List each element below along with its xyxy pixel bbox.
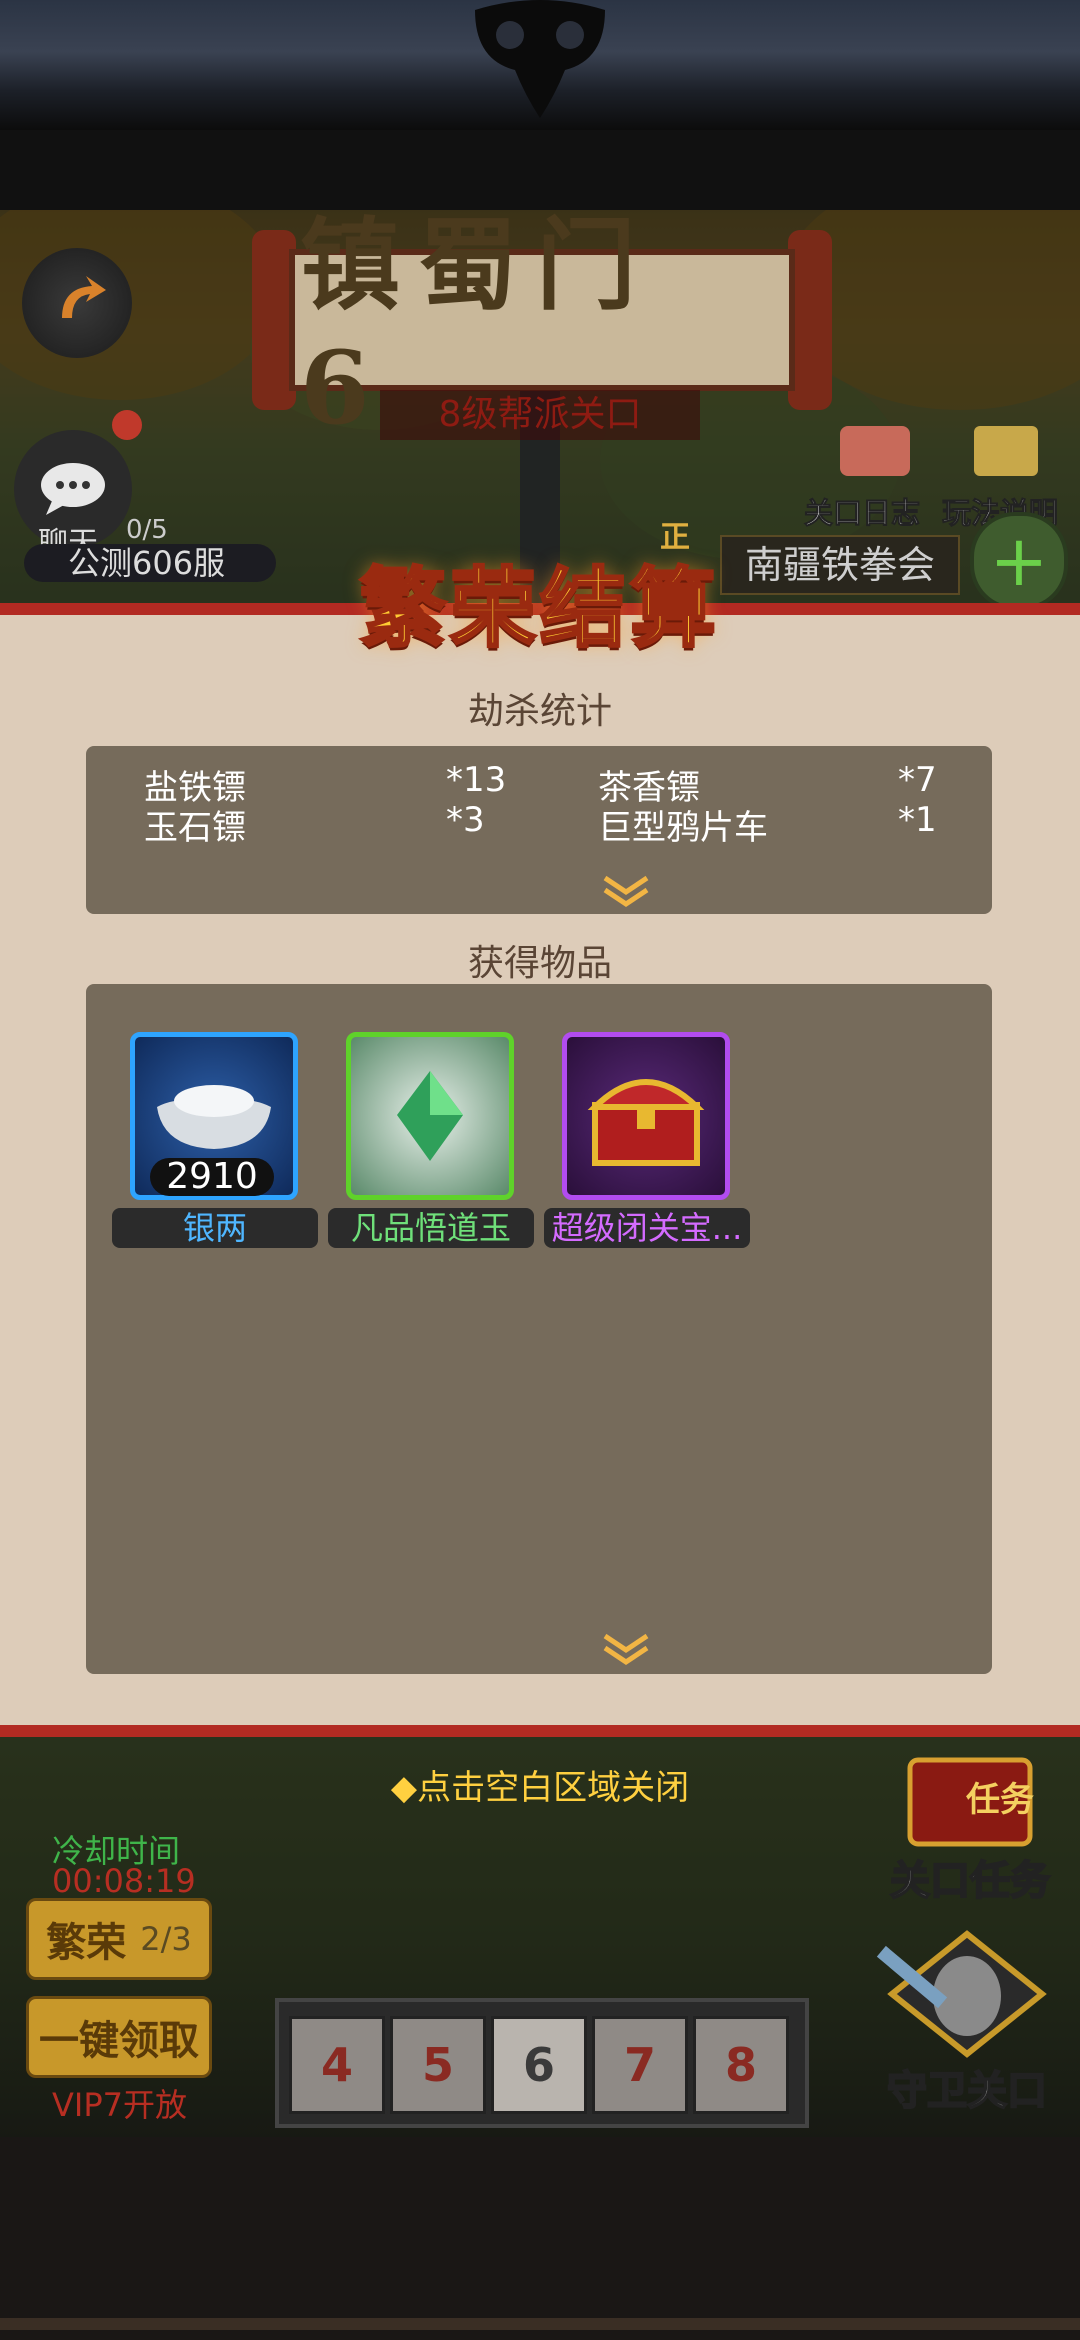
roof-ornament-icon xyxy=(475,0,605,118)
chevron-down-icon[interactable] xyxy=(601,1632,651,1666)
task-badge: 任务 xyxy=(966,1780,1034,1820)
item-name: 凡品悟道玉 xyxy=(328,1208,534,1248)
kill-stat-count: *7 xyxy=(898,760,937,800)
top-right-icons: 关口日志 玩法说明 xyxy=(800,410,1070,531)
back-button[interactable] xyxy=(22,248,132,358)
vip-unlock-label: VIP7开放 xyxy=(52,2086,187,2124)
item-count: 2910 xyxy=(150,1158,274,1196)
prosperity-count: 2/3 xyxy=(140,1920,192,1958)
stage-cell-active[interactable]: 6 xyxy=(491,2016,587,2114)
kill-stat-count: *1 xyxy=(898,800,937,840)
back-arrow-icon xyxy=(62,276,106,318)
guild-name: 南疆铁拳会 xyxy=(720,535,960,595)
gate-task-button[interactable]: 任务 关口任务 xyxy=(870,1752,1070,1905)
bottom-divider xyxy=(0,2318,1080,2330)
chat-notification-dot xyxy=(112,410,142,440)
stage-cell[interactable]: 8 xyxy=(693,2016,789,2114)
prosperity-button[interactable]: 繁荣 2/3 xyxy=(26,1898,212,1980)
bottom-bar xyxy=(0,2137,1080,2340)
scroll-log-icon xyxy=(840,426,910,476)
reward-item[interactable]: 超级闭关宝... xyxy=(544,1032,754,1252)
stage-cell[interactable]: 4 xyxy=(289,2016,385,2114)
stage-cell[interactable]: 7 xyxy=(592,2016,688,2114)
chevron-down-icon[interactable] xyxy=(601,874,651,908)
guard-gate-label: 守卫关口 xyxy=(886,2067,1048,2115)
kill-stats-title: 劫杀统计 xyxy=(467,691,612,732)
cooldown-time: 00:08:19 xyxy=(52,1862,196,1900)
kill-stat-name: 玉石镖 xyxy=(144,808,246,848)
reward-item[interactable]: 凡品悟道玉 xyxy=(328,1032,538,1252)
kill-stats-box[interactable]: 盐铁镖 *13 茶香镖 *7 玉石镖 *3 巨型鸦片车 *1 xyxy=(86,746,992,914)
gate-task-label: 关口任务 xyxy=(889,1857,1051,1905)
server-name: 公测606服 xyxy=(24,544,276,582)
chat-count: 0/5 xyxy=(126,515,168,545)
plus-icon: + xyxy=(989,520,1049,602)
one-click-claim-button[interactable]: 一键领取 xyxy=(26,1996,212,2078)
how-to-play-button[interactable] xyxy=(950,410,1060,490)
gate-log-button[interactable] xyxy=(820,410,930,490)
item-name: 超级闭关宝... xyxy=(544,1208,750,1248)
add-button[interactable]: + xyxy=(970,512,1068,610)
jade-crystal-icon xyxy=(397,1071,463,1161)
reward-item[interactable]: 2910 银两 xyxy=(112,1032,322,1252)
treasure-chest-icon xyxy=(587,1079,705,1166)
kill-stat-count: *13 xyxy=(446,760,507,800)
item-name: 银两 xyxy=(112,1208,318,1248)
guard-gate-button[interactable]: 守卫关口 xyxy=(862,1930,1072,2120)
items-box: 2910 银两 凡品悟道玉 超级闭关宝... xyxy=(86,984,992,1674)
item-frame xyxy=(562,1032,730,1200)
gate-log-label: 关口日志 xyxy=(803,496,921,531)
stage-selector: 4 5 6 7 8 xyxy=(275,1998,809,2128)
kill-stat-count: *3 xyxy=(446,800,485,840)
item-frame xyxy=(346,1032,514,1200)
kill-stat-name: 巨型鸦片车 xyxy=(598,808,768,848)
stage-subtitle: 8级帮派关口 xyxy=(380,390,700,440)
chat-bubble-icon xyxy=(41,463,105,515)
prosperity-label: 繁荣 xyxy=(46,1920,127,1966)
items-title: 获得物品 xyxy=(467,943,612,984)
panel-title: 繁荣结算 xyxy=(359,556,720,660)
rules-book-icon xyxy=(974,426,1038,476)
stage-cell[interactable]: 5 xyxy=(390,2016,486,2114)
knight-helmet-icon xyxy=(876,1930,1047,2058)
stage-title: 镇蜀门 6 xyxy=(300,205,654,447)
